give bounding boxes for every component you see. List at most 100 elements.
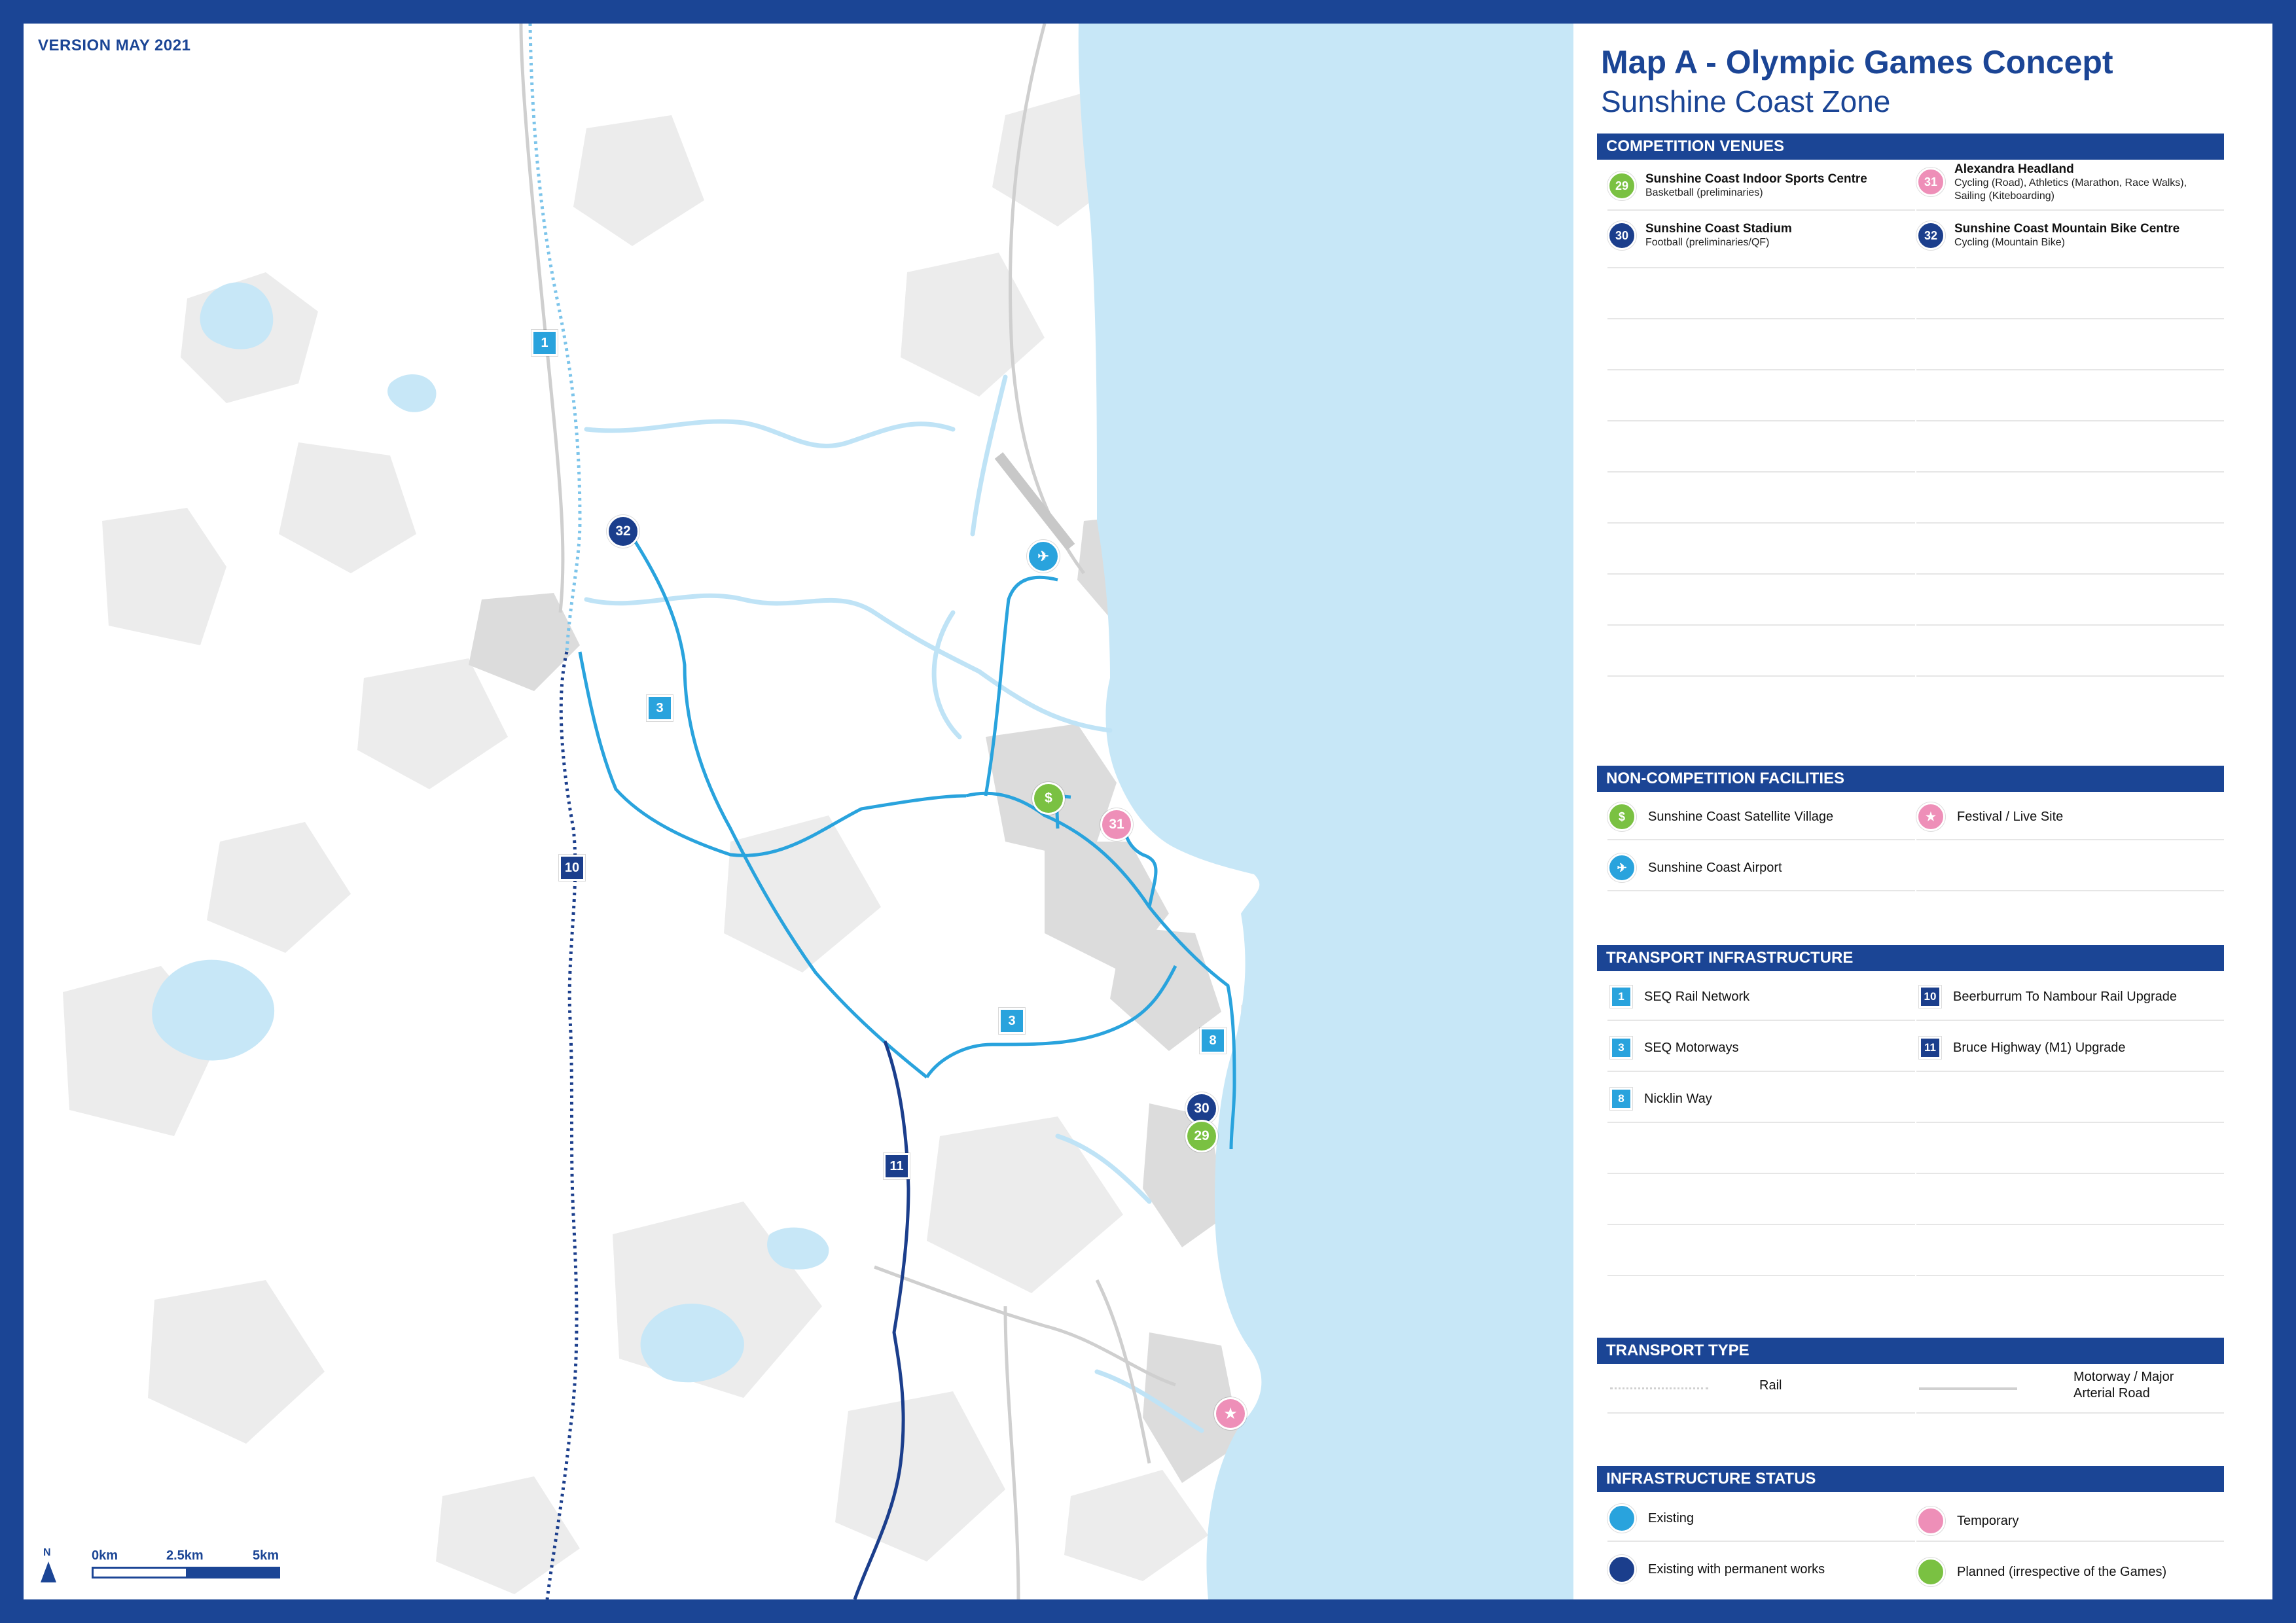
transport-item-10[interactable]: 10 Beerburrum To Nambour Rail Upgrade (1919, 986, 2177, 1008)
rail-upgrade-line (545, 651, 579, 1599)
facility-item-festival[interactable]: ★ Festival / Live Site (1916, 802, 2063, 831)
divider (1607, 1275, 1915, 1276)
divider (1607, 675, 1915, 677)
facility-label: Sunshine Coast Airport (1648, 860, 1782, 875)
divider (1916, 369, 2224, 370)
venue-desc: Cycling (Road), Athletics (Marathon, Rac… (1954, 177, 2187, 188)
divider (1607, 318, 1915, 319)
route-marker-8[interactable]: 8 (1200, 1027, 1226, 1054)
venue-marker-31[interactable]: 31 (1100, 808, 1133, 841)
scale-tick-2: 5km (253, 1548, 279, 1563)
airport-icon[interactable]: ✈ (1027, 540, 1060, 573)
divider (1916, 1020, 2224, 1021)
divider (1607, 1071, 1915, 1072)
transport-label: SEQ Rail Network (1644, 989, 1750, 1004)
venue-name: Sunshine Coast Stadium (1645, 222, 1792, 236)
scale-tick-1: 2.5km (166, 1548, 204, 1563)
road-legend-line (1919, 1387, 2017, 1390)
divider (1916, 1071, 2224, 1072)
venue-item-32[interactable]: 32 Sunshine Coast Mountain Bike Centre C… (1916, 221, 2179, 250)
divider (1607, 1020, 1915, 1021)
divider (1607, 209, 1915, 211)
route-marker-11[interactable]: 11 (884, 1153, 910, 1179)
venue-name: Sunshine Coast Indoor Sports Centre (1645, 172, 1867, 186)
map-area[interactable]: VERSION MAY 2021 32 31 30 29 1 3 3 8 10 … (24, 24, 1573, 1599)
airport-runway (994, 452, 1075, 550)
venue-badge: 30 (1607, 221, 1636, 250)
status-item-existing[interactable]: Existing (1607, 1504, 1694, 1533)
road-legend-label: Motorway / Major Arterial Road (2073, 1369, 2174, 1402)
venue-item-31[interactable]: 31 Alexandra Headland Cycling (Road), At… (1916, 162, 2187, 203)
village-icon: $ (1607, 802, 1636, 831)
status-swatch (1916, 1507, 1945, 1535)
venue-marker-32[interactable]: 32 (607, 515, 639, 548)
transport-label: Bruce Highway (M1) Upgrade (1953, 1040, 2126, 1055)
route-badge: 10 (1919, 986, 1941, 1008)
venue-item-29[interactable]: 29 Sunshine Coast Indoor Sports Centre B… (1607, 171, 1867, 200)
status-label: Planned (irrespective of the Games) (1957, 1564, 2167, 1579)
divider (1916, 1412, 2224, 1414)
venue-desc: Cycling (Mountain Bike) (1954, 237, 2065, 248)
divider (1607, 369, 1915, 370)
village-icon[interactable]: $ (1032, 782, 1065, 815)
route-marker-3-north[interactable]: 3 (647, 695, 673, 721)
scale-bar-graphic (92, 1567, 280, 1578)
divider (1916, 522, 2224, 524)
venue-badge: 31 (1916, 168, 1945, 196)
status-swatch (1607, 1504, 1636, 1533)
venue-badge: 32 (1916, 221, 1945, 250)
status-label: Existing (1648, 1510, 1695, 1525)
divider (1607, 1541, 1915, 1542)
scale-bar: N 0km 2.5km 5km (38, 1547, 287, 1586)
divider (1607, 522, 1915, 524)
divider (1916, 420, 2224, 421)
venue-desc-2: Sailing (Kiteboarding) (1954, 190, 2054, 202)
status-item-planned[interactable]: Planned (irrespective of the Games) (1916, 1558, 2166, 1586)
status-swatch (1916, 1558, 1945, 1586)
divider (1607, 573, 1915, 575)
divider (1607, 267, 1915, 268)
route-marker-1[interactable]: 1 (531, 330, 558, 356)
divider (1916, 839, 2224, 840)
route-badge: 3 (1610, 1037, 1632, 1059)
divider (1607, 1122, 1915, 1123)
venue-item-30[interactable]: 30 Sunshine Coast Stadium Football (prel… (1607, 221, 1792, 250)
transport-label: Beerburrum To Nambour Rail Upgrade (1953, 989, 2178, 1004)
map-frame: VERSION MAY 2021 32 31 30 29 1 3 3 8 10 … (24, 24, 2272, 1599)
airport-icon: ✈ (1607, 853, 1636, 882)
divider (1916, 471, 2224, 473)
facility-label: Sunshine Coast Satellite Village (1648, 809, 1834, 824)
route-marker-10[interactable]: 10 (559, 855, 585, 881)
divider (1607, 1173, 1915, 1174)
status-item-temporary[interactable]: Temporary (1916, 1507, 2018, 1535)
transport-label: Nicklin Way (1644, 1091, 1712, 1106)
venue-name: Alexandra Headland (1954, 162, 2074, 176)
venue-name: Sunshine Coast Mountain Bike Centre (1954, 222, 2180, 236)
divider (1916, 1275, 2224, 1276)
divider (1916, 209, 2224, 211)
venue-badge: 29 (1607, 171, 1636, 200)
route-marker-3-south[interactable]: 3 (999, 1008, 1025, 1034)
status-item-existing-permanent[interactable]: Existing with permanent works (1607, 1555, 1825, 1584)
divider (1916, 1541, 2224, 1542)
route-badge: 1 (1610, 986, 1632, 1008)
transport-item-1[interactable]: 1 SEQ Rail Network (1610, 986, 1749, 1008)
road-legend-line1: Motorway / Major (2073, 1370, 2174, 1384)
transport-item-11[interactable]: 11 Bruce Highway (M1) Upgrade (1919, 1037, 2125, 1059)
status-label: Temporary (1957, 1513, 2019, 1528)
north-arrow-icon: N (38, 1547, 60, 1584)
legend-panel: Map A - Olympic Games Concept Sunshine C… (1573, 24, 2272, 1599)
star-icon: ★ (1916, 802, 1945, 831)
facility-item-village[interactable]: $ Sunshine Coast Satellite Village (1607, 802, 1833, 831)
venue-desc: Football (preliminaries/QF) (1645, 237, 1770, 248)
transport-item-8[interactable]: 8 Nicklin Way (1610, 1088, 1712, 1110)
divider (1916, 1122, 2224, 1123)
facility-item-airport[interactable]: ✈ Sunshine Coast Airport (1607, 853, 1782, 882)
venue-marker-29[interactable]: 29 (1185, 1120, 1218, 1152)
transport-item-3[interactable]: 3 SEQ Motorways (1610, 1037, 1738, 1059)
star-icon[interactable]: ★ (1214, 1397, 1247, 1430)
divider (1916, 624, 2224, 626)
divider (1916, 267, 2224, 268)
divider (1916, 1224, 2224, 1225)
divider (1916, 1173, 2224, 1174)
